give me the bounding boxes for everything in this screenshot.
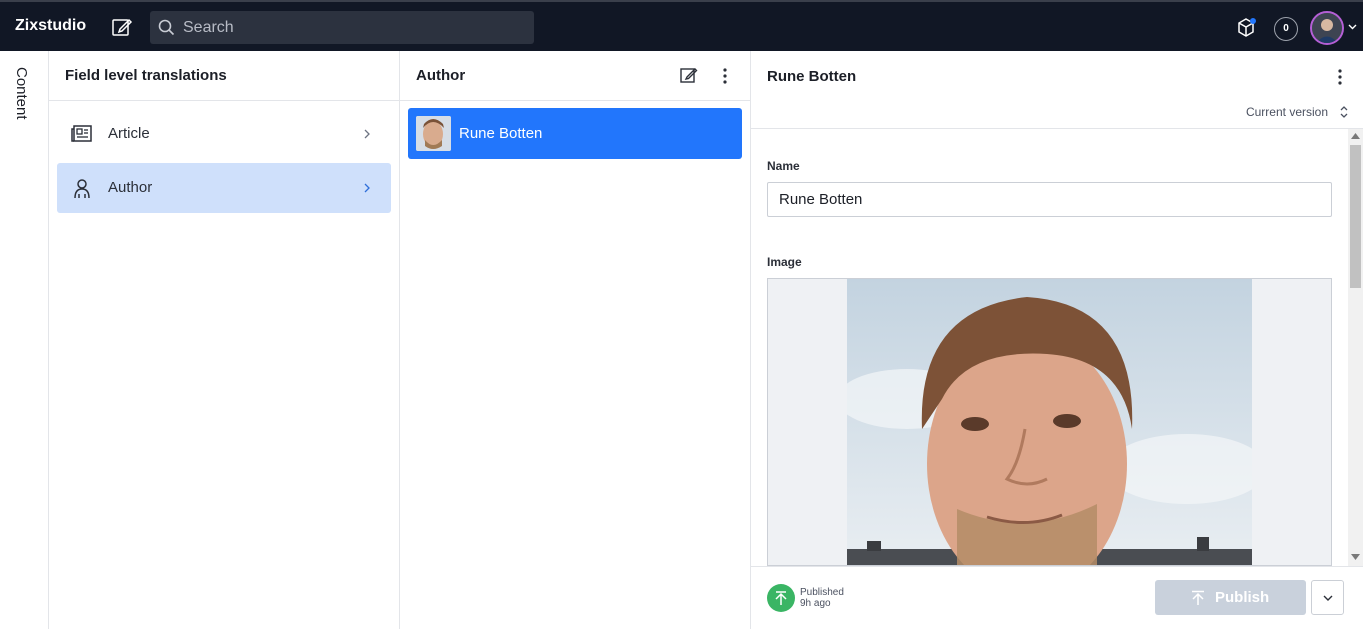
chevron-up-down-icon[interactable] [1339, 104, 1349, 120]
publish-label: Publish [1215, 589, 1270, 606]
pane-header: Field level translations [49, 51, 399, 101]
brand-logo[interactable]: Zixstudio [15, 17, 86, 35]
user-avatar[interactable] [1310, 11, 1344, 45]
rail-content-label[interactable]: Content [13, 67, 30, 120]
document-editor-pane: Rune Botten Current version Name Image [751, 51, 1363, 629]
scroll-down-icon[interactable] [1351, 554, 1360, 560]
list-item-author[interactable]: Author [57, 163, 391, 213]
list-item-label: Article [108, 125, 150, 142]
list-item-label: Author [108, 179, 153, 196]
document-footer: Published 9h ago Publish [751, 566, 1363, 629]
publish-status: Published 9h ago [800, 587, 844, 609]
publish-button[interactable]: Publish [1155, 580, 1306, 615]
document-list-item[interactable]: Rune Botten [408, 108, 742, 159]
top-navbar: Zixstudio 0 [0, 0, 1363, 51]
structure-pane: Field level translations Article Author [49, 51, 400, 629]
published-status-icon [767, 584, 795, 612]
document-actions-menu-button[interactable] [1311, 580, 1344, 615]
scrollbar[interactable] [1348, 129, 1363, 566]
newspaper-icon [71, 125, 92, 142]
document-title: Rune Botten [459, 125, 543, 142]
pane-header: Author [400, 51, 750, 101]
scrollbar-thumb[interactable] [1350, 145, 1361, 288]
author-photo [847, 279, 1252, 565]
notifications-badge[interactable]: 0 [1274, 17, 1298, 41]
documents-pane: Author Rune Botten [400, 51, 751, 629]
image-field[interactable] [767, 278, 1332, 566]
status-time: 9h ago [800, 598, 831, 609]
tool-rail: Content [0, 51, 49, 629]
chevron-right-icon [364, 129, 370, 139]
document-title: Rune Botten [767, 68, 857, 85]
notification-dot [1250, 18, 1256, 24]
search-input[interactable] [183, 11, 523, 44]
chevron-right-icon [364, 183, 370, 193]
document-thumbnail [416, 116, 451, 151]
scroll-up-icon[interactable] [1351, 133, 1360, 139]
chevron-down-icon[interactable] [1348, 24, 1357, 30]
editor-header: Rune Botten Current version [751, 51, 1363, 129]
version-selector[interactable]: Current version [1246, 105, 1328, 119]
publish-icon [1192, 590, 1204, 605]
name-field[interactable] [767, 182, 1332, 217]
name-field-label: Name [767, 159, 800, 173]
user-icon [74, 179, 90, 199]
list-item-article[interactable]: Article [57, 109, 391, 159]
image-field-label: Image [767, 255, 802, 269]
chevron-down-icon [1323, 595, 1333, 601]
compose-icon[interactable] [680, 66, 698, 84]
search-icon [158, 19, 175, 36]
compose-icon[interactable] [111, 16, 133, 38]
user-avatar-image [1312, 13, 1342, 43]
pane-title: Author [416, 67, 466, 84]
status-label: Published [800, 587, 844, 598]
more-vertical-icon[interactable] [723, 67, 727, 85]
more-vertical-icon[interactable] [1338, 68, 1342, 86]
search-bar[interactable] [150, 11, 534, 44]
pane-title: Field level translations [65, 67, 227, 84]
